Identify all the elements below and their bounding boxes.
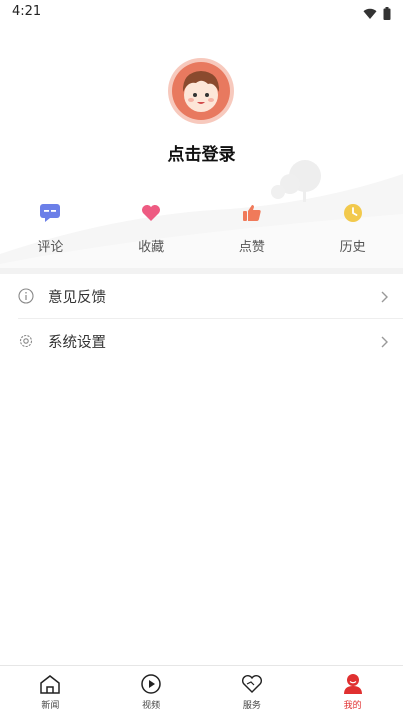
login-prompt[interactable]: 点击登录 (0, 140, 403, 165)
action-history[interactable]: 历史 (302, 202, 403, 262)
thumb-up-icon (241, 202, 263, 224)
quick-actions: 评论 收藏 点赞 历史 (0, 202, 403, 262)
status-bar: 4:21 (0, 0, 403, 24)
heart-icon (140, 202, 162, 224)
status-icons (363, 5, 391, 24)
avatar-cartoon-icon (172, 62, 230, 120)
play-icon (140, 673, 162, 695)
action-like[interactable]: 点赞 (202, 202, 303, 262)
nav-label: 视频 (142, 701, 161, 711)
status-time: 4:21 (12, 4, 42, 19)
menu-item-settings[interactable]: 系统设置 (0, 319, 403, 363)
wifi-icon (363, 5, 377, 24)
nav-label: 我的 (343, 701, 362, 711)
bottom-nav: 新闻 视频 服务 我的 (0, 665, 403, 717)
menu-item-label: 意见反馈 (48, 289, 106, 306)
action-favorite[interactable]: 收藏 (101, 202, 202, 262)
action-label: 评论 (37, 240, 64, 255)
action-label: 收藏 (138, 240, 165, 255)
battery-icon (383, 5, 391, 24)
nav-item-service[interactable]: 服务 (202, 666, 303, 717)
nav-item-video[interactable]: 视频 (101, 666, 202, 717)
chevron-right-icon (379, 334, 389, 348)
action-comment[interactable]: 评论 (0, 202, 101, 262)
info-icon (18, 288, 34, 304)
home-icon (39, 673, 61, 695)
nav-item-mine[interactable]: 我的 (302, 666, 403, 717)
chevron-right-icon (379, 289, 389, 303)
menu-item-feedback[interactable]: 意见反馈 (0, 274, 403, 318)
gear-icon (18, 333, 34, 349)
menu-item-label: 系统设置 (48, 334, 106, 351)
nav-label: 新闻 (41, 701, 60, 711)
service-heart-icon (241, 673, 263, 695)
clock-icon (342, 202, 364, 224)
profile-screen: 4:21 点击登录 评论 收藏 点赞 历史 意见反馈 系统设置 新闻 视频 服务… (0, 0, 403, 717)
settings-menu: 意见反馈 系统设置 (0, 274, 403, 363)
comment-icon (39, 202, 61, 224)
action-label: 点赞 (238, 240, 265, 255)
nav-item-news[interactable]: 新闻 (0, 666, 101, 717)
nav-label: 服务 (242, 701, 261, 711)
avatar[interactable] (168, 58, 234, 124)
action-label: 历史 (339, 240, 366, 255)
user-icon (342, 673, 364, 695)
